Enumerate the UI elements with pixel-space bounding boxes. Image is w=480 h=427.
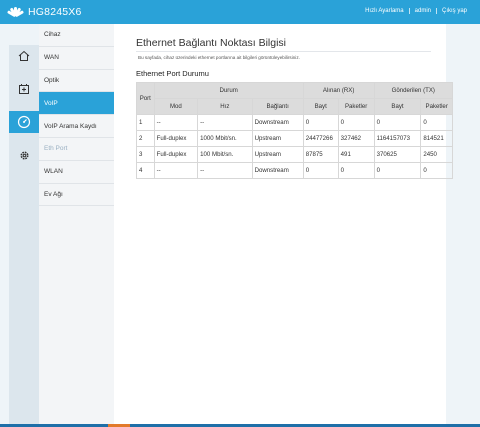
table-cell: 1000 Mbit/sn.: [197, 130, 253, 147]
quick-setup-link[interactable]: Hızlı Ayarlama: [360, 8, 409, 14]
table-row: 2 Full-duplex 1000 Mbit/sn. Upstream 244…: [136, 130, 453, 147]
table-cell: 0: [420, 162, 453, 179]
table-cell: 2450: [420, 146, 453, 163]
table-cell: 814521: [420, 130, 453, 147]
logout-link[interactable]: Çıkış yap: [435, 8, 472, 14]
main-content: Ethernet Bağlantı Noktası Bilgisi Bu say…: [114, 24, 454, 424]
table-cell: 0: [373, 114, 422, 131]
table-cell: Downstream: [251, 114, 304, 131]
sidebar-item-wlan[interactable]: WLAN: [39, 161, 114, 184]
page-description: Bu sayfada, cihaz üzerindeki ethernet po…: [138, 55, 300, 60]
title-divider: [136, 51, 431, 52]
sidebar-item-voip-call-log[interactable]: VoIP Arama Kaydı: [39, 115, 114, 138]
table-cell: 0: [420, 114, 453, 131]
col-header-rx-bayt: Bayt: [302, 98, 339, 115]
table-cell: Downstream: [251, 162, 304, 179]
col-header-tx-bayt: Bayt: [373, 98, 422, 115]
col-header-mod: Mod: [153, 98, 199, 115]
user-link[interactable]: admin: [408, 8, 436, 14]
col-header-tx-paket: Paketler: [420, 98, 453, 115]
sidebar-item-voip[interactable]: VoIP: [39, 92, 114, 116]
table-cell: 1: [136, 114, 155, 131]
page-title: Ethernet Bağlantı Noktası Bilgisi: [136, 37, 286, 49]
table-cell: 370625: [373, 146, 422, 163]
sidebar-item-home-network[interactable]: Ev Ağı: [39, 184, 114, 207]
table-cell: 0: [373, 162, 422, 179]
table-cell: 1164157073: [373, 130, 422, 147]
gear-icon[interactable]: [9, 144, 39, 166]
home-icon[interactable]: [9, 45, 39, 67]
gauge-icon[interactable]: [9, 111, 39, 133]
table-cell: Full-duplex: [153, 146, 199, 163]
table-cell: --: [153, 114, 199, 131]
table-cell: --: [197, 114, 253, 131]
sidebar-item-wan[interactable]: WAN: [39, 47, 114, 70]
section-title: Ethernet Port Durumu: [136, 69, 209, 78]
col-header-rx-paket: Paketler: [337, 98, 375, 115]
table-row: 4 -- -- Downstream 0 0 0 0: [136, 162, 453, 179]
table-cell: Upstream: [251, 146, 304, 163]
sidebar-item-cihaz[interactable]: Cihaz: [39, 24, 114, 47]
brand: HG8245X6: [6, 4, 82, 20]
col-header-rx: Alınan (RX): [302, 82, 375, 99]
eth-port-table: Port Durum Alınan (RX) Gönderilen (TX) M…: [136, 82, 454, 179]
table-cell: --: [197, 162, 253, 179]
col-header-baglanti: Bağlantı: [251, 98, 304, 115]
table-cell: 0: [302, 114, 339, 131]
huawei-logo-icon: [6, 4, 25, 20]
col-header-port: Port: [136, 82, 155, 115]
add-box-icon[interactable]: [9, 78, 39, 100]
table-cell: 87875: [302, 146, 339, 163]
table-cell: 327462: [337, 130, 375, 147]
table-cell: 0: [337, 162, 375, 179]
top-bar: HG8245X6 Hızlı Ayarlama admin Çıkış yap: [0, 0, 480, 24]
col-header-hiz: Hız: [197, 98, 253, 115]
table-cell: --: [153, 162, 199, 179]
table-cell: Upstream: [251, 130, 304, 147]
table-cell: Full-duplex: [153, 130, 199, 147]
sidebar-item-eth-port[interactable]: Eth Port: [39, 138, 114, 161]
table-cell: 2: [136, 130, 155, 147]
sidebar-item-optik[interactable]: Optik: [39, 70, 114, 93]
table-cell: 0: [337, 114, 375, 131]
device-model: HG8245X6: [28, 6, 82, 18]
table-cell: 0: [302, 162, 339, 179]
table-cell: 100 Mbit/sn.: [197, 146, 253, 163]
table-cell: 3: [136, 146, 155, 163]
sidebar-menu: Cihaz WAN Optik VoIP VoIP Arama Kaydı Et…: [39, 24, 114, 424]
col-header-tx: Gönderilen (TX): [373, 82, 454, 99]
top-links: Hızlı Ayarlama admin Çıkış yap: [360, 8, 472, 14]
table-row: 3 Full-duplex 100 Mbit/sn. Upstream 8787…: [136, 146, 453, 163]
table-cell: 4: [136, 162, 155, 179]
table-cell: 24477266: [302, 130, 339, 147]
table-row: 1 -- -- Downstream 0 0 0 0: [136, 114, 453, 131]
col-header-durum: Durum: [153, 82, 304, 99]
icon-rail: [9, 45, 39, 427]
table-cell: 491: [337, 146, 375, 163]
